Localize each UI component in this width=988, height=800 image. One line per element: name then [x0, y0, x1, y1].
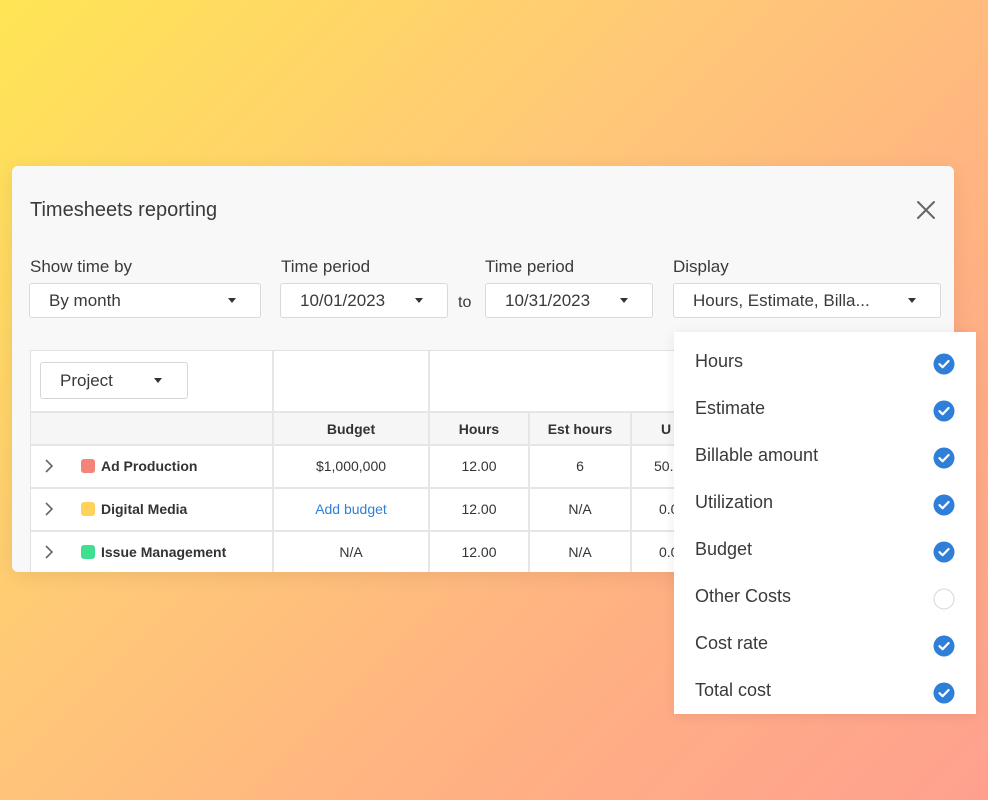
project-color-swatch [81, 459, 95, 473]
menu-item-label: Utilization [695, 492, 774, 512]
caret-down-icon [154, 378, 162, 383]
group-by-value: Project [60, 370, 113, 390]
show-time-by-label: Show time by [30, 257, 133, 276]
menu-item-label: Billable amount [695, 445, 819, 465]
column-header-est-hours: Est hours [547, 421, 613, 437]
project-name: Issue Management [101, 544, 227, 560]
check-circle-icon[interactable] [933, 588, 955, 610]
close-icon[interactable] [914, 198, 938, 222]
add-budget-link[interactable]: Add budget [274, 501, 428, 517]
budget-cell: N/A [339, 544, 363, 560]
est-hours-cell: 6 [576, 458, 584, 474]
column-header-budget: Budget [326, 421, 376, 437]
column-divider [630, 412, 632, 572]
project-name: Digital Media [101, 501, 188, 517]
menu-item-billable-amount[interactable]: Billable amount [674, 430, 976, 477]
show-time-by-value: By month [49, 290, 121, 310]
menu-item-label: Other Costs [695, 586, 792, 606]
check-circle-icon[interactable] [933, 682, 955, 704]
menu-item-label: Total cost [695, 680, 772, 700]
period-end-label: Time period [485, 257, 575, 276]
check-circle-icon[interactable] [933, 494, 955, 516]
menu-item-budget[interactable]: Budget [674, 524, 976, 571]
budget-cell: $1,000,000 [315, 458, 387, 474]
display-label: Display [673, 257, 729, 276]
to-text: to [458, 294, 472, 311]
check-circle-icon[interactable] [933, 541, 955, 563]
hours-cell: 12.00 [461, 458, 497, 474]
check-circle-icon[interactable] [933, 353, 955, 375]
project-color-swatch [81, 502, 95, 516]
menu-item-other-costs[interactable]: Other Costs [674, 571, 976, 618]
menu-item-hours[interactable]: Hours [674, 336, 976, 383]
project-color-swatch [81, 545, 95, 559]
column-header-hours: Hours [458, 421, 500, 437]
chevron-right-icon[interactable] [44, 502, 54, 516]
check-circle-icon[interactable] [933, 635, 955, 657]
est-hours-cell: N/A [568, 544, 592, 560]
hours-cell: 12.00 [461, 501, 497, 517]
utilization-cell: 50. [654, 458, 674, 474]
column-header-utilization: U [661, 421, 672, 437]
group-by-select[interactable]: Project [40, 362, 188, 399]
menu-item-label: Estimate [695, 398, 766, 418]
display-value: Hours, Estimate, Billa... [693, 290, 870, 310]
display-select[interactable]: Hours, Estimate, Billa... [673, 283, 941, 318]
menu-item-label: Budget [695, 539, 753, 559]
period-end-value: 10/31/2023 [505, 290, 591, 310]
caret-down-icon [908, 298, 916, 303]
caret-down-icon [415, 298, 423, 303]
caret-down-icon [620, 298, 628, 303]
chevron-right-icon[interactable] [44, 459, 54, 473]
check-circle-icon[interactable] [933, 400, 955, 422]
hours-cell: 12.00 [461, 544, 497, 560]
menu-item-total-cost[interactable]: Total cost [674, 665, 976, 712]
menu-item-utilization[interactable]: Utilization [674, 477, 976, 524]
chevron-right-icon[interactable] [44, 545, 54, 559]
project-name: Ad Production [101, 458, 198, 474]
caret-down-icon [228, 298, 236, 303]
menu-item-label: Cost rate [695, 633, 769, 653]
dialog-title: Timesheets reporting [30, 199, 218, 221]
menu-item-label: Hours [695, 351, 744, 371]
period-start-value: 10/01/2023 [300, 290, 386, 310]
period-end-select[interactable]: 10/31/2023 [485, 283, 653, 318]
period-start-label: Time period [281, 257, 371, 276]
est-hours-cell: N/A [568, 501, 592, 517]
check-circle-icon[interactable] [933, 447, 955, 469]
period-start-select[interactable]: 10/01/2023 [280, 283, 448, 318]
menu-item-cost-rate[interactable]: Cost rate [674, 618, 976, 665]
menu-item-estimate[interactable]: Estimate [674, 383, 976, 430]
show-time-by-select[interactable]: By month [29, 283, 261, 318]
display-options-menu: Hours Estimate Billable amount Utilizati… [674, 332, 976, 714]
